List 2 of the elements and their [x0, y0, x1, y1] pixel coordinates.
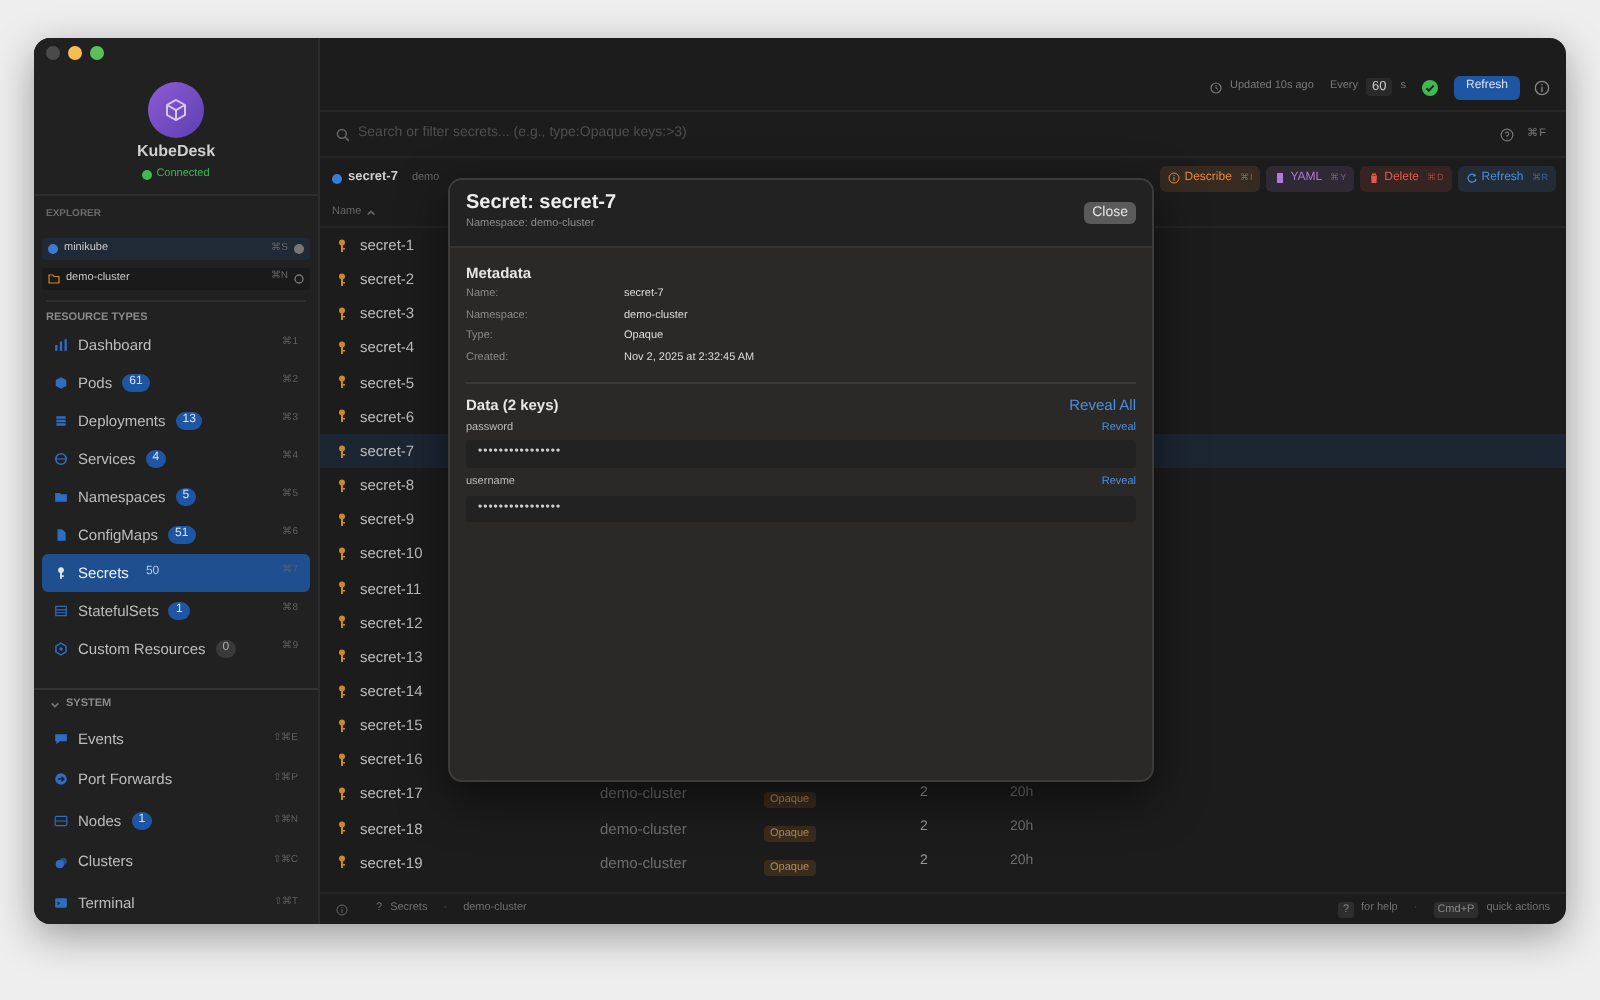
dialog-title: Secret: secret-7 — [466, 192, 617, 216]
app-name: KubeDesk — [134, 141, 218, 162]
